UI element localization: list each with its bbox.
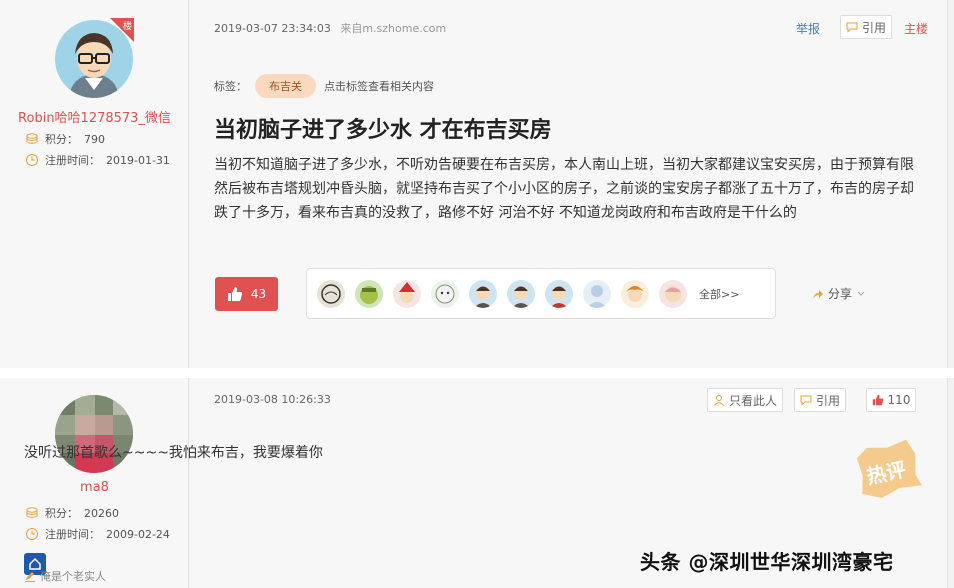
username-link[interactable]: ma8 bbox=[0, 480, 189, 495]
tags-label: 标签： bbox=[214, 80, 247, 93]
post-separator bbox=[0, 368, 954, 378]
post-meta: 2019-03-07 23:34:03 来自m.szhome.com bbox=[214, 20, 446, 36]
like-count: 43 bbox=[250, 287, 267, 301]
watermark: 头条 @深圳世华深圳湾豪宅 bbox=[640, 550, 894, 574]
regtime-label: 注册时间： bbox=[45, 528, 100, 541]
liker-avatar[interactable] bbox=[659, 279, 687, 308]
points-row: 积分： 20260 bbox=[25, 505, 119, 521]
post-title: 当初脑子进了多少水 才在布吉买房 bbox=[214, 118, 552, 143]
author-sidebar: 楼 Robin哈哈1278573_微信 积分： 790 注册时间： 2019-01-… bbox=[0, 0, 189, 368]
regtime-value: 2009-02-24 bbox=[106, 527, 170, 541]
coins-icon bbox=[26, 133, 38, 144]
points-label: 积分： bbox=[45, 507, 78, 520]
post-timestamp: 2019-03-07 23:34:03 bbox=[214, 22, 331, 35]
regtime-row: 注册时间： 2019-01-31 bbox=[25, 152, 170, 168]
regtime-value: 2019-01-31 bbox=[106, 153, 170, 167]
username-link[interactable]: Robin哈哈1278573_微信 bbox=[0, 107, 189, 126]
liker-avatar[interactable] bbox=[545, 279, 573, 308]
liker-avatar[interactable] bbox=[469, 279, 497, 308]
post-source: 来自m.szhome.com bbox=[340, 22, 447, 35]
coins-icon bbox=[26, 507, 38, 518]
like-button[interactable]: 43 bbox=[215, 277, 278, 311]
share-button[interactable]: 分享 bbox=[812, 285, 866, 302]
only-author-label: 只看此人 bbox=[728, 393, 777, 408]
points-value: 790 bbox=[84, 132, 105, 146]
tag-line: 标签： 布吉关 点击标签查看相关内容 bbox=[214, 74, 434, 98]
user-icon bbox=[714, 395, 724, 406]
post-body: 当初不知道脑子进了多少水，不听劝告硬要在布吉买房，本人南山上班，当初大家都建议宝… bbox=[214, 157, 914, 221]
signature-text: 俺是个老实人 bbox=[40, 570, 106, 583]
regtime-label: 注册时间： bbox=[45, 154, 100, 167]
thumbs-up-icon bbox=[227, 287, 242, 301]
like-count: 110 bbox=[887, 393, 911, 407]
post-content: 2019-03-07 23:34:03 来自m.szhome.com 举报 引用… bbox=[190, 0, 948, 368]
liker-avatar[interactable] bbox=[393, 279, 421, 308]
quote-button[interactable]: 引用 bbox=[840, 15, 892, 39]
pencil-icon bbox=[25, 572, 35, 582]
like-button[interactable]: 110 bbox=[866, 388, 916, 412]
clock-icon bbox=[26, 528, 38, 540]
points-row: 积分： 790 bbox=[25, 131, 105, 147]
liker-avatar[interactable] bbox=[317, 279, 345, 308]
tag-pill[interactable]: 布吉关 bbox=[255, 74, 316, 98]
post-timestamp: 2019-03-08 10:26:33 bbox=[214, 393, 331, 406]
tag-hint: 点击标签查看相关内容 bbox=[324, 80, 434, 93]
post-1: 楼 Robin哈哈1278573_微信 积分： 790 注册时间： 2019-01-… bbox=[0, 0, 954, 368]
all-likers-link[interactable]: 全部>> bbox=[699, 286, 739, 302]
floor-badge-label: 楼 bbox=[122, 22, 132, 32]
chevron-down-icon bbox=[857, 291, 865, 296]
floor-badge: 楼 bbox=[110, 18, 134, 42]
liker-avatar[interactable] bbox=[355, 279, 383, 308]
liker-avatar[interactable] bbox=[507, 279, 535, 308]
regtime-row: 注册时间： 2009-02-24 bbox=[25, 526, 170, 542]
post-meta: 2019-03-08 10:26:33 bbox=[214, 393, 331, 406]
speech-bubble-icon bbox=[800, 395, 812, 406]
reply-text: 没听过那首歌么~~~~我怕来布吉，我要爆着你 bbox=[24, 445, 323, 461]
speech-bubble-icon bbox=[846, 22, 858, 33]
points-label: 积分： bbox=[45, 133, 78, 146]
points-value: 20260 bbox=[84, 506, 119, 520]
liker-avatar[interactable] bbox=[431, 279, 459, 308]
hot-comment-stamp: 热评 bbox=[852, 439, 924, 500]
only-author-button[interactable]: 只看此人 bbox=[707, 388, 783, 412]
thumbs-up-icon bbox=[872, 394, 883, 406]
report-link[interactable]: 举报 bbox=[796, 20, 820, 37]
likers-panel: 全部>> bbox=[306, 268, 776, 319]
quote-label: 引用 bbox=[861, 20, 886, 35]
share-label: 分享 bbox=[828, 287, 853, 301]
liker-avatar[interactable] bbox=[583, 279, 611, 308]
quote-label: 引用 bbox=[815, 393, 840, 408]
share-icon bbox=[813, 289, 823, 299]
owner-floor-link[interactable]: 主楼 bbox=[904, 20, 928, 37]
clock-icon bbox=[26, 154, 38, 166]
signature: 俺是个老实人 bbox=[24, 568, 106, 584]
quote-button[interactable]: 引用 bbox=[794, 388, 846, 412]
liker-avatar[interactable] bbox=[621, 279, 649, 308]
